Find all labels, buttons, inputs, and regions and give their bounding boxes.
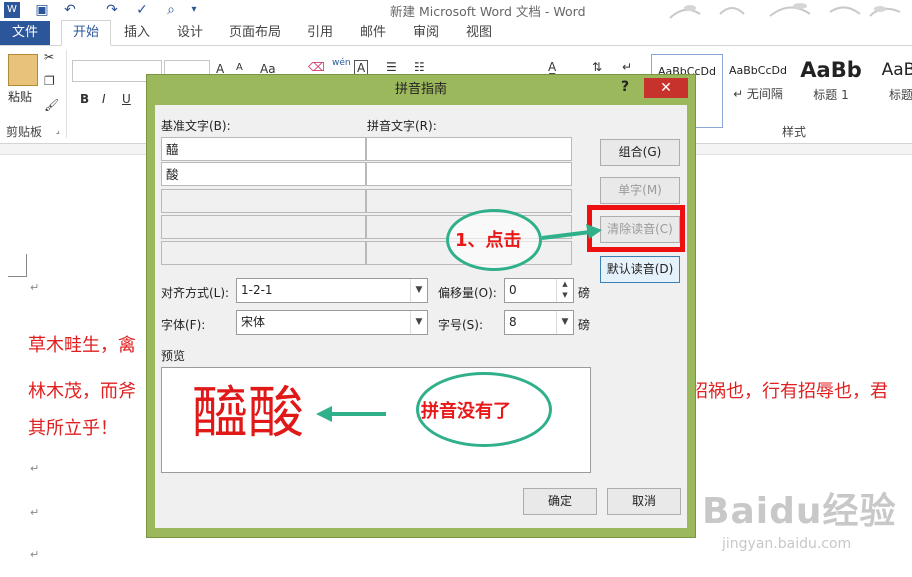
save-icon[interactable]: ▣: [34, 2, 50, 18]
phonetic-guide-icon[interactable]: wén: [332, 58, 351, 68]
group-button[interactable]: 组合(G): [600, 139, 680, 166]
title-bar: W ▣ ↶ ↷ ✓ ⌕ ▾ 新建 Microsoft Word 文档 - Wor…: [0, 0, 912, 21]
default-reading-button[interactable]: 默认读音(D): [600, 256, 680, 283]
tab-file[interactable]: 文件: [0, 21, 50, 45]
baidu-watermark-url: jingyan.baidu.com: [722, 536, 852, 552]
decorative-leaves-icon: [669, 3, 901, 19]
dialog-title: 拼音指南: [394, 82, 447, 97]
alignment-select[interactable]: 1-2-1 ▼: [236, 278, 428, 303]
group-divider: [66, 50, 67, 138]
annotation-note: 拼音没有了: [421, 401, 511, 422]
customize-toolbar-icon[interactable]: ▾: [186, 2, 202, 18]
preview-label: 预览: [161, 349, 186, 363]
tab-references[interactable]: 引用: [300, 21, 340, 45]
arrow-right-icon: [541, 224, 602, 240]
size-unit: 磅: [578, 318, 591, 332]
base-text-field-2[interactable]: 酸: [161, 162, 366, 186]
shrink-font-icon[interactable]: A: [236, 62, 243, 73]
grow-font-icon[interactable]: A: [216, 62, 224, 76]
ribbon-tabs: 文件 开始 插入 设计 页面布局 引用 邮件 审阅 视图: [0, 20, 912, 46]
tab-insert[interactable]: 插入: [117, 21, 157, 45]
undo-icon[interactable]: ↶: [62, 2, 78, 18]
paste-icon[interactable]: [8, 54, 38, 86]
paragraph-mark: ↵: [30, 281, 40, 294]
style-no-spacing[interactable]: AaBbCcDd ↵ 无间隔: [723, 54, 793, 126]
window-title: 新建 Microsoft Word 文档 - Word: [390, 4, 586, 19]
tab-page-layout[interactable]: 页面布局: [225, 21, 285, 45]
tab-home[interactable]: 开始: [61, 20, 111, 46]
dialog-body: 基准文字(B): 拼音文字(R): 醯 酸 组合(G) 单字(M) 清除读音(C…: [155, 105, 687, 528]
ruby-text-label: 拼音文字(R):: [367, 119, 437, 133]
base-text-field-4: [161, 215, 366, 239]
ruby-text-field-1[interactable]: [366, 137, 572, 161]
paragraph-mark: ↵: [30, 462, 40, 475]
size-select[interactable]: 8 ▼: [504, 310, 574, 335]
spinner-arrows-icon[interactable]: ▲ ▼: [556, 279, 573, 302]
clear-format-icon[interactable]: ⌫: [308, 60, 325, 74]
base-text-field-3: [161, 189, 366, 213]
copy-icon[interactable]: ❐: [44, 74, 55, 88]
ok-button[interactable]: 确定: [523, 488, 597, 515]
margin-corner-mark: [8, 254, 27, 277]
arrow-left-icon: [316, 406, 386, 422]
preview-text: 醯酸: [192, 381, 304, 446]
tab-review[interactable]: 审阅: [406, 21, 446, 45]
sort-icon[interactable]: ⇅: [592, 60, 602, 74]
paste-button[interactable]: 粘贴: [8, 88, 32, 105]
chevron-down-icon[interactable]: ▼: [556, 311, 573, 334]
offset-spinner[interactable]: 0 ▲ ▼: [504, 278, 574, 303]
numbering-icon[interactable]: ☷: [414, 60, 425, 74]
annotation-step1: 1、点击: [455, 230, 522, 251]
document-line-2-left[interactable]: 林木茂，而斧: [28, 377, 136, 403]
redo-icon[interactable]: ↷: [104, 2, 120, 18]
base-text-field-1[interactable]: 醯: [161, 137, 366, 161]
italic-button[interactable]: I: [102, 92, 106, 106]
style-heading-1[interactable]: AaBb 标题 1: [796, 54, 866, 126]
tab-view[interactable]: 视图: [459, 21, 499, 45]
ruby-text-field-2[interactable]: [366, 162, 572, 186]
chevron-down-icon[interactable]: ▼: [410, 279, 427, 302]
paragraph-mark: ↵: [30, 548, 40, 561]
cut-icon[interactable]: ✂: [44, 50, 54, 64]
tab-mailings[interactable]: 邮件: [353, 21, 393, 45]
change-case-icon[interactable]: Aa: [260, 62, 276, 76]
spelling-check-icon[interactable]: ✓: [134, 2, 150, 18]
bold-button[interactable]: B: [80, 92, 89, 106]
asian-layout-icon[interactable]: A̲: [548, 60, 556, 74]
char-border-icon[interactable]: A: [354, 60, 369, 76]
offset-unit: 磅: [578, 286, 591, 300]
base-text-label: 基准文字(B):: [161, 119, 231, 133]
show-marks-icon[interactable]: ↵: [622, 60, 632, 74]
print-preview-icon[interactable]: ⌕: [163, 2, 179, 18]
style-title[interactable]: AaBI 标题: [866, 54, 912, 126]
chevron-down-icon[interactable]: ▼: [410, 311, 427, 334]
font-select[interactable]: 宋体 ▼: [236, 310, 428, 335]
font-label: 字体(F):: [161, 318, 206, 332]
word-app-icon: W: [4, 2, 20, 18]
bullets-icon[interactable]: ☰: [386, 60, 397, 74]
offset-label: 偏移量(O):: [438, 286, 497, 300]
dialog-launcher-icon[interactable]: ⌟: [56, 126, 60, 135]
styles-group-label: 样式: [782, 125, 807, 139]
underline-button[interactable]: U: [122, 92, 131, 106]
cancel-button[interactable]: 取消: [607, 488, 681, 515]
document-line-3[interactable]: 其所立乎！: [28, 414, 118, 440]
document-line-1[interactable]: 草木畦生，禽: [28, 331, 136, 357]
baidu-watermark-logo: Baidu经验: [702, 491, 897, 532]
close-button[interactable]: ✕: [644, 78, 688, 98]
paragraph-mark: ↵: [30, 506, 40, 519]
help-icon[interactable]: ?: [621, 79, 629, 95]
clipboard-group-label: 剪贴板: [6, 125, 43, 139]
tab-design[interactable]: 设计: [170, 21, 210, 45]
document-line-2-right[interactable]: 招祸也，行有招辱也，君: [690, 377, 888, 403]
phonetic-guide-dialog: 拼音指南 ? ✕ 基准文字(B): 拼音文字(R): 醯 酸 组合(G) 单字(…: [147, 75, 695, 537]
size-label: 字号(S):: [438, 318, 484, 332]
format-painter-icon[interactable]: 🖌: [44, 98, 59, 112]
alignment-label: 对齐方式(L):: [161, 286, 230, 300]
base-text-field-5: [161, 241, 366, 265]
mono-button[interactable]: 单字(M): [600, 177, 680, 204]
ruby-text-field-3: [366, 189, 572, 213]
